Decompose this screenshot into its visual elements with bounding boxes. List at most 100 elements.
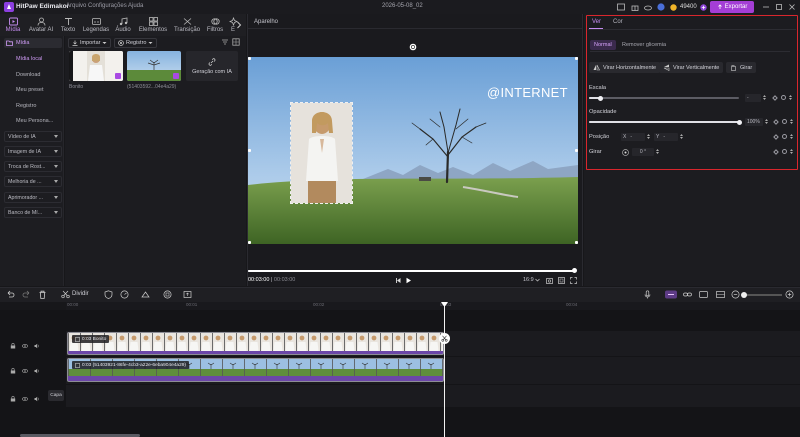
- sidebar-item-registro[interactable]: Registro: [16, 103, 36, 109]
- user-avatar-icon[interactable]: [657, 3, 665, 11]
- menu-configuracoes[interactable]: Configurações: [88, 3, 127, 9]
- chevron-right-icon[interactable]: [236, 21, 242, 29]
- export-button[interactable]: Exportar: [710, 1, 754, 13]
- selected-image-layer[interactable]: [290, 102, 353, 204]
- resize-handle[interactable]: [575, 149, 578, 152]
- mask-icon[interactable]: [141, 290, 150, 299]
- sidebar-group-imagem-ia[interactable]: Imagem de IA: [4, 146, 62, 157]
- media-thumbnail[interactable]: [69, 51, 123, 81]
- speed-icon[interactable]: [120, 290, 129, 299]
- split-icon[interactable]: [61, 290, 70, 299]
- credits-badge[interactable]: 49400: [670, 2, 707, 12]
- lock-icon[interactable]: [10, 368, 16, 374]
- lock-icon[interactable]: [10, 396, 16, 402]
- sidebar-item-meu-preset[interactable]: Meu preset: [16, 87, 44, 93]
- opacity-value[interactable]: 100%: [745, 118, 763, 126]
- scale-slider[interactable]: [589, 97, 739, 99]
- zoom-slider[interactable]: [744, 294, 782, 296]
- sidebar-item-download[interactable]: Download: [16, 72, 40, 78]
- scale-value[interactable]: -: [745, 94, 761, 102]
- resize-handle[interactable]: [575, 241, 578, 244]
- eye-icon[interactable]: [22, 343, 28, 349]
- scale-slider-knob[interactable]: [597, 95, 603, 101]
- spinner-icon[interactable]: [790, 148, 793, 155]
- tab-cor[interactable]: Cor: [613, 19, 623, 25]
- position-y-field[interactable]: Y -: [654, 133, 678, 141]
- spinner-icon[interactable]: [790, 133, 793, 140]
- caption-track-icon[interactable]: [699, 290, 708, 299]
- spinner-icon[interactable]: [789, 94, 792, 101]
- volume-icon[interactable]: [34, 396, 40, 402]
- mode-normal[interactable]: Normal: [590, 40, 616, 50]
- resize-handle[interactable]: [575, 57, 578, 60]
- sidebar-item-midia[interactable]: Mídia: [4, 38, 62, 48]
- progress-knob[interactable]: [572, 268, 577, 273]
- tab-ver[interactable]: Ver: [592, 19, 601, 25]
- prev-frame-icon[interactable]: [395, 277, 402, 284]
- rotate-handle-icon[interactable]: [409, 43, 417, 51]
- timeline-ruler[interactable]: [66, 302, 800, 310]
- tab-transicao[interactable]: Transição: [173, 15, 201, 35]
- crop-icon[interactable]: [163, 290, 172, 299]
- playhead[interactable]: [444, 304, 445, 437]
- reset-icon[interactable]: [781, 95, 786, 100]
- tab-filtros[interactable]: Filtros: [205, 15, 225, 35]
- grid-view-icon[interactable]: [232, 38, 240, 46]
- spinner-icon[interactable]: [763, 94, 766, 101]
- sidebar-group-melhoria[interactable]: Melhoria de ...: [4, 176, 62, 187]
- tab-legendas[interactable]: Legendas: [82, 15, 110, 35]
- eye-icon[interactable]: [22, 396, 28, 402]
- spinner-icon[interactable]: [790, 118, 793, 125]
- zoom-slider-knob[interactable]: [741, 292, 747, 298]
- menu-arquivo[interactable]: Arquivo: [66, 3, 86, 9]
- flip-horizontal-button[interactable]: Virar Horizontalmente: [589, 62, 661, 73]
- opacity-slider-knob[interactable]: [736, 119, 742, 125]
- spinner-icon[interactable]: [680, 133, 683, 140]
- lock-icon[interactable]: [10, 343, 16, 349]
- close-icon[interactable]: [788, 3, 796, 11]
- eye-icon[interactable]: [22, 368, 28, 374]
- rotate-dial-icon[interactable]: [622, 149, 629, 156]
- media-thumbnail[interactable]: [127, 51, 181, 81]
- aspect-ratio[interactable]: 16:9: [523, 277, 534, 283]
- snapshot-icon[interactable]: [546, 277, 553, 284]
- gift-icon[interactable]: [631, 3, 639, 11]
- redo-icon[interactable]: [22, 290, 31, 299]
- tab-avatar-ai[interactable]: Avatar AI: [28, 15, 54, 35]
- resize-handle[interactable]: [248, 241, 251, 244]
- rotate-value[interactable]: 0 °: [632, 148, 654, 156]
- scissors-icon[interactable]: [439, 333, 450, 344]
- undo-icon[interactable]: [6, 290, 15, 299]
- tab-texto[interactable]: Texto: [58, 15, 78, 35]
- import-button[interactable]: Importar: [68, 38, 112, 48]
- sidebar-item-meu-persona[interactable]: Meu Persona...: [16, 118, 53, 124]
- fullscreen-icon[interactable]: [570, 277, 577, 284]
- timeline-clip-landscape[interactable]: 0:03 (51403921-86fe-4cb3-a22e-6eba904e4a…: [67, 358, 444, 382]
- playback-progress[interactable]: [248, 268, 577, 273]
- chevron-down-icon[interactable]: [535, 278, 540, 282]
- spinner-icon[interactable]: [647, 133, 650, 140]
- resize-handle[interactable]: [248, 57, 251, 60]
- volume-icon[interactable]: [34, 368, 40, 374]
- shield-icon[interactable]: [104, 290, 113, 299]
- sidebar-group-troca-rosto[interactable]: Troca de Rost...: [4, 161, 62, 172]
- add-credits-icon[interactable]: [699, 3, 707, 11]
- spinner-icon[interactable]: [656, 148, 659, 155]
- menu-ajuda[interactable]: Ajuda: [128, 3, 143, 9]
- split-label[interactable]: Dividir: [72, 291, 89, 297]
- filter-list-icon[interactable]: [221, 38, 229, 46]
- zoom-in-icon[interactable]: [785, 290, 794, 299]
- cloud-icon[interactable]: [644, 3, 652, 11]
- tab-midia[interactable]: Mídia: [3, 15, 23, 35]
- volume-icon[interactable]: [34, 343, 40, 349]
- sidebar-group-video-ia[interactable]: Vídeo de IA: [4, 131, 62, 142]
- resize-handle[interactable]: [248, 149, 251, 152]
- track-lane[interactable]: [66, 385, 800, 407]
- link-icon[interactable]: [683, 290, 692, 299]
- safe-zone-icon[interactable]: [558, 277, 565, 284]
- spinner-icon[interactable]: [765, 118, 768, 125]
- flip-vertical-button[interactable]: Virar Verticalmente: [659, 62, 724, 73]
- tab-elementos[interactable]: Elementos: [138, 15, 168, 35]
- export-frame-icon[interactable]: [183, 290, 192, 299]
- timeline-clip-bonito[interactable]: 0:03 Bonito: [67, 332, 444, 355]
